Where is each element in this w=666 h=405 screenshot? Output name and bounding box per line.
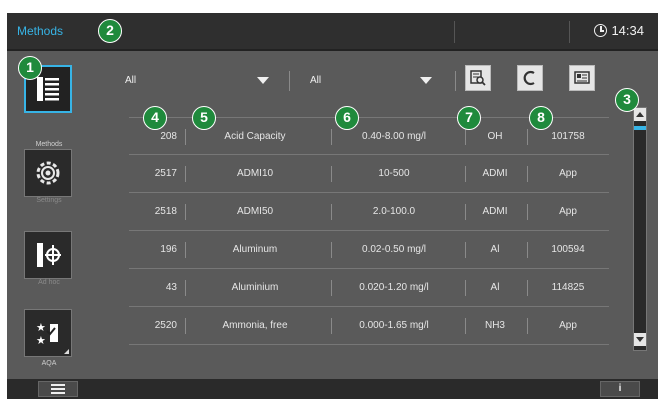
- method-name: ADMI10: [236, 168, 274, 179]
- scroll-up-button[interactable]: [634, 108, 646, 121]
- hamburger-icon-line: [51, 392, 65, 394]
- top-divider: [569, 21, 570, 43]
- table-row[interactable]: 43 Aluminium 0.020-1.20 mg/l Al 114825: [129, 269, 609, 307]
- sidebar-item-adhoc[interactable]: [24, 231, 72, 279]
- top-divider: [454, 21, 455, 43]
- arrow-up-icon: [636, 112, 644, 117]
- method-symbol: Al: [490, 244, 500, 255]
- callout-marker: 8: [529, 106, 553, 130]
- method-range: 2.0-100.0: [372, 206, 416, 217]
- method-id: 196: [160, 244, 177, 255]
- cell-separator: [185, 166, 186, 182]
- clock: 14:34: [594, 23, 644, 38]
- details-button[interactable]: [569, 65, 595, 91]
- cell-separator: [185, 280, 186, 296]
- device-screen: Methods 14:34 Methods Settings Ad hoc ★ …: [7, 13, 658, 399]
- cell-separator: [185, 242, 186, 258]
- bottom-bar: i: [7, 379, 658, 399]
- method-name: ADMI50: [236, 206, 274, 217]
- adhoc-icon: [37, 243, 61, 267]
- table-row[interactable]: 2518 ADMI50 2.0-100.0 ADMI App: [129, 193, 609, 231]
- table-row[interactable]: 2520 Ammonia, free 0.000-1.65 mg/l NH3 A…: [129, 307, 609, 345]
- method-symbol: OH: [487, 131, 503, 142]
- method-id: 2520: [154, 320, 177, 331]
- reset-button[interactable]: [517, 65, 543, 91]
- method-range: 0.40-8.00 mg/l: [362, 131, 426, 142]
- method-name: Aluminium: [231, 282, 279, 293]
- method-code: App: [559, 320, 577, 331]
- method-id: 2517: [154, 168, 177, 179]
- sidebar-label-adhoc: Ad hoc: [38, 279, 60, 286]
- clock-time: 14:34: [611, 23, 644, 38]
- sidebar-item-aqa[interactable]: ★ ★: [24, 309, 72, 357]
- hamburger-icon-line: [51, 384, 65, 386]
- callout-marker: 7: [457, 106, 481, 130]
- method-symbol: NH3: [484, 320, 505, 331]
- callout-marker: 3: [615, 88, 639, 112]
- scrollbar-track[interactable]: [633, 107, 647, 351]
- callout-marker: 6: [335, 106, 359, 130]
- menu-button[interactable]: [38, 381, 78, 397]
- methods-icon: [37, 77, 59, 101]
- scrollbar-thumb[interactable]: [634, 126, 646, 130]
- method-id: 2518: [154, 206, 177, 217]
- aqa-icon: ★ ★: [36, 321, 58, 347]
- method-range: 0.020-1.20 mg/l: [359, 282, 429, 293]
- method-name: Acid Capacity: [224, 131, 286, 142]
- search-list-icon: [470, 70, 486, 86]
- search-list-button[interactable]: [465, 65, 491, 91]
- table-row[interactable]: 196 Aluminum 0.02-0.50 mg/l Al 100594: [129, 231, 609, 269]
- method-id: 43: [165, 282, 177, 293]
- corner-indicator: [64, 349, 69, 354]
- methods-table: 208 Acid Capacity 0.40-8.00 mg/l OH 1017…: [129, 117, 609, 345]
- clock-icon: [594, 24, 608, 37]
- sidebar-label-aqa: AQA: [41, 360, 57, 367]
- cell-separator: [185, 129, 186, 145]
- hamburger-icon-line: [51, 388, 65, 390]
- page-title: Methods: [17, 24, 64, 38]
- method-code: 100594: [551, 244, 585, 255]
- method-symbol: ADMI: [482, 206, 508, 217]
- method-range: 0.000-1.65 mg/l: [359, 320, 429, 331]
- callout-marker: 2: [98, 19, 122, 43]
- svg-text:★: ★: [36, 321, 46, 334]
- svg-text:★: ★: [36, 334, 46, 347]
- cell-separator: [185, 204, 186, 220]
- callout-marker: 1: [18, 56, 42, 80]
- info-button[interactable]: i: [600, 381, 640, 397]
- chevron-down-icon: [420, 77, 432, 84]
- table-row[interactable]: 2517 ADMI10 10-500 ADMI App: [129, 155, 609, 193]
- filter-dropdown-2[interactable]: All: [310, 70, 440, 92]
- filter-divider: [289, 71, 290, 91]
- chevron-down-icon: [257, 77, 269, 84]
- sidebar-label-methods: Methods: [35, 141, 63, 148]
- settings-gear-icon: [36, 161, 60, 185]
- method-name: Ammonia, free: [222, 320, 288, 331]
- callout-marker: 5: [192, 106, 216, 130]
- method-id: 208: [160, 131, 177, 142]
- method-code: App: [559, 168, 577, 179]
- filter-divider: [455, 71, 456, 91]
- method-symbol: ADMI: [482, 168, 508, 179]
- sidebar: Methods Settings Ad hoc ★ ★ AQA: [7, 53, 75, 379]
- filter-2-value: All: [310, 75, 322, 86]
- cell-separator: [185, 318, 186, 334]
- reset-c-icon: [523, 70, 535, 86]
- method-symbol: Al: [490, 282, 500, 293]
- method-range: 10-500: [378, 168, 410, 179]
- arrow-down-icon: [636, 337, 644, 342]
- method-range: 0.02-0.50 mg/l: [362, 244, 426, 255]
- sidebar-label-settings: Settings: [36, 197, 62, 204]
- sidebar-item-settings[interactable]: [24, 149, 72, 197]
- details-icon: [574, 71, 590, 84]
- filter-dropdown-1[interactable]: All: [125, 70, 275, 92]
- method-code: App: [559, 206, 577, 217]
- method-code: 114825: [551, 282, 585, 293]
- scroll-down-button[interactable]: [634, 333, 646, 346]
- filter-1-value: All: [125, 75, 137, 86]
- callout-marker: 4: [143, 106, 167, 130]
- method-name: Aluminum: [232, 244, 278, 255]
- method-code: 101758: [551, 131, 585, 142]
